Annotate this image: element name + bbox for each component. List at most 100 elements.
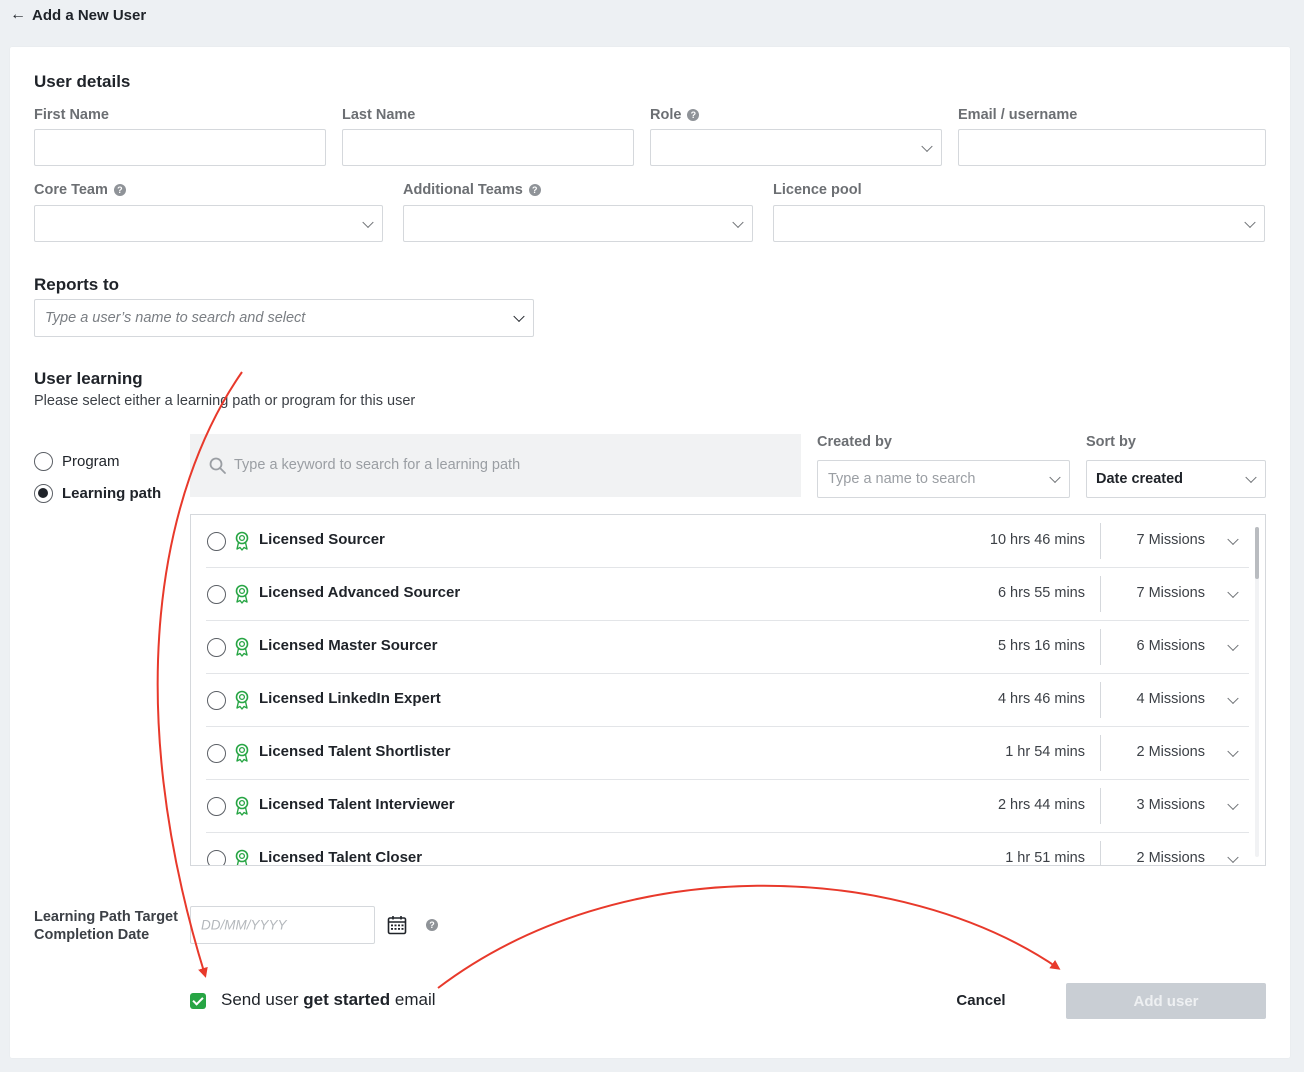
learning-path-duration: 1 hr 51 mins xyxy=(1005,850,1085,866)
role-select[interactable] xyxy=(650,129,942,166)
learning-path-duration: 4 hrs 46 mins xyxy=(997,691,1085,707)
learning-path-name: Licensed Sourcer xyxy=(259,531,385,548)
add-user-button[interactable]: Add user xyxy=(1066,983,1266,1019)
divider xyxy=(1100,788,1101,824)
learning-path-radio[interactable] xyxy=(207,585,226,604)
chevron-down-icon xyxy=(921,140,933,152)
learning-path-duration: 5 hrs 16 mins xyxy=(997,638,1085,654)
learning-path-search-input[interactable]: Type a keyword to search for a learning … xyxy=(190,434,801,497)
badge-icon xyxy=(234,690,250,710)
role-label-text: Role xyxy=(650,107,682,123)
first-name-field[interactable] xyxy=(34,129,326,166)
program-radio[interactable] xyxy=(34,452,53,471)
chevron-down-icon[interactable] xyxy=(1227,533,1239,546)
learning-path-radio[interactable] xyxy=(207,850,226,865)
help-icon[interactable]: ? xyxy=(113,184,126,196)
get-started-email-label[interactable]: Send user get started email xyxy=(221,990,436,1010)
core-team-label: Core Team? xyxy=(34,182,126,198)
learning-path-row[interactable]: Licensed Master Sourcer 5 hrs 16 mins 6 Mi… xyxy=(206,621,1249,674)
role-label: Role? xyxy=(650,107,700,123)
sort-by-label: Sort by xyxy=(1086,434,1136,450)
learning-path-row[interactable]: Licensed Talent Closer 1 hr 51 mins 2 Miss… xyxy=(206,833,1249,866)
divider xyxy=(1100,841,1101,865)
learning-path-row[interactable]: Licensed Talent Shortlister 1 hr 54 mins 2… xyxy=(206,727,1249,780)
learning-path-missions: 3 Missions xyxy=(1136,797,1206,813)
back-link[interactable]: ← Add a New User xyxy=(10,5,146,25)
learning-path-duration: 1 hr 54 mins xyxy=(1005,744,1085,760)
back-arrow-icon: ← xyxy=(10,6,26,23)
divider xyxy=(1100,629,1101,665)
sort-by-select[interactable]: Date created xyxy=(1086,460,1266,498)
cancel-button[interactable]: Cancel xyxy=(940,983,1022,1017)
first-name-label: First Name xyxy=(34,107,109,123)
completion-date-input[interactable]: DD/MM/YYYY xyxy=(190,906,375,944)
email-prefix: Send user xyxy=(221,990,304,1009)
chevron-down-icon[interactable] xyxy=(1227,692,1239,705)
calendar-icon[interactable] xyxy=(387,915,407,935)
email-label: Email / username xyxy=(958,107,1077,123)
learning-path-radio[interactable] xyxy=(207,744,226,763)
last-name-label: Last Name xyxy=(342,107,415,123)
last-name-field[interactable] xyxy=(342,129,634,166)
get-started-email-checkbox[interactable] xyxy=(190,993,206,1009)
chevron-down-icon[interactable] xyxy=(1227,745,1239,758)
learning-path-name: Licensed Talent Closer xyxy=(259,849,423,866)
help-icon[interactable]: ? xyxy=(687,109,700,121)
help-icon[interactable]: ? xyxy=(528,184,541,196)
program-radio-label[interactable]: Program xyxy=(62,453,120,470)
core-team-select[interactable] xyxy=(34,205,383,242)
reports-to-select[interactable]: Type a user’s name to search and select xyxy=(34,299,534,337)
chevron-down-icon xyxy=(732,216,744,228)
divider xyxy=(1100,576,1101,612)
additional-teams-select[interactable] xyxy=(403,205,753,242)
core-team-label-text: Core Team xyxy=(34,182,108,198)
last-name-label-text: Last Name xyxy=(342,107,416,123)
chevron-down-icon[interactable] xyxy=(1227,798,1239,811)
learning-path-missions: 2 Missions xyxy=(1136,850,1206,866)
created-by-select[interactable]: Type a name to search xyxy=(817,460,1070,498)
email-label-text: Email / username xyxy=(958,107,1078,123)
additional-teams-label: Additional Teams? xyxy=(403,182,541,198)
chevron-down-icon[interactable] xyxy=(1227,586,1239,599)
learning-path-name: Licensed Advanced Sourcer xyxy=(259,584,461,601)
learning-path-name: Licensed LinkedIn Expert xyxy=(259,690,441,707)
learning-path-radio[interactable] xyxy=(207,638,226,657)
email-field[interactable] xyxy=(958,129,1266,166)
learning-path-row[interactable]: Licensed Advanced Sourcer 6 hrs 55 mins 7 … xyxy=(206,568,1249,621)
licence-pool-select[interactable] xyxy=(773,205,1265,242)
email-bold: get started xyxy=(303,990,391,1009)
learning-path-row[interactable]: Licensed Talent Interviewer 2 hrs 44 mins… xyxy=(206,780,1249,833)
user-details-heading: User details xyxy=(34,72,131,91)
completion-date-label: Learning Path Target Completion Date xyxy=(34,909,178,943)
badge-icon xyxy=(234,531,250,551)
learning-path-radio[interactable] xyxy=(207,691,226,710)
additional-teams-label-text: Additional Teams xyxy=(403,182,523,198)
badge-icon xyxy=(234,584,250,604)
learning-path-radio[interactable] xyxy=(207,532,226,551)
help-icon[interactable]: ? xyxy=(426,919,438,931)
user-learning-subtitle: Please select either a learning path or … xyxy=(34,393,416,409)
learning-path-duration: 10 hrs 46 mins xyxy=(989,532,1085,548)
badge-icon xyxy=(234,637,250,657)
page-title: Add a New User xyxy=(32,6,147,24)
learning-path-radio[interactable] xyxy=(207,797,226,816)
scrollbar-thumb[interactable] xyxy=(1255,527,1259,579)
chevron-down-icon[interactable] xyxy=(1227,639,1239,652)
learning-path-radio[interactable] xyxy=(34,484,53,503)
chevron-down-icon[interactable] xyxy=(1227,851,1239,864)
created-by-placeholder: Type a name to search xyxy=(828,471,976,487)
chevron-down-icon xyxy=(1244,216,1256,228)
divider xyxy=(1100,523,1101,559)
learning-path-name: Licensed Talent Interviewer xyxy=(259,796,455,813)
created-by-label: Created by xyxy=(817,434,892,450)
add-user-form: User details First Name Last Name Role? … xyxy=(10,47,1290,1058)
learning-path-duration: 2 hrs 44 mins xyxy=(997,797,1085,813)
completion-date-placeholder: DD/MM/YYYY xyxy=(201,917,287,933)
learning-path-missions: 7 Missions xyxy=(1136,532,1206,548)
learning-path-radio-label[interactable]: Learning path xyxy=(62,485,161,502)
learning-path-missions: 4 Missions xyxy=(1136,691,1206,707)
learning-path-row[interactable]: Licensed LinkedIn Expert 4 hrs 46 mins 4 M… xyxy=(206,674,1249,727)
learning-path-row[interactable]: Licensed Sourcer 10 hrs 46 mins 7 Missions xyxy=(206,515,1249,568)
sort-by-value: Date created xyxy=(1096,471,1184,487)
learning-path-list[interactable]: Licensed Sourcer 10 hrs 46 mins 7 Missions… xyxy=(190,514,1266,866)
